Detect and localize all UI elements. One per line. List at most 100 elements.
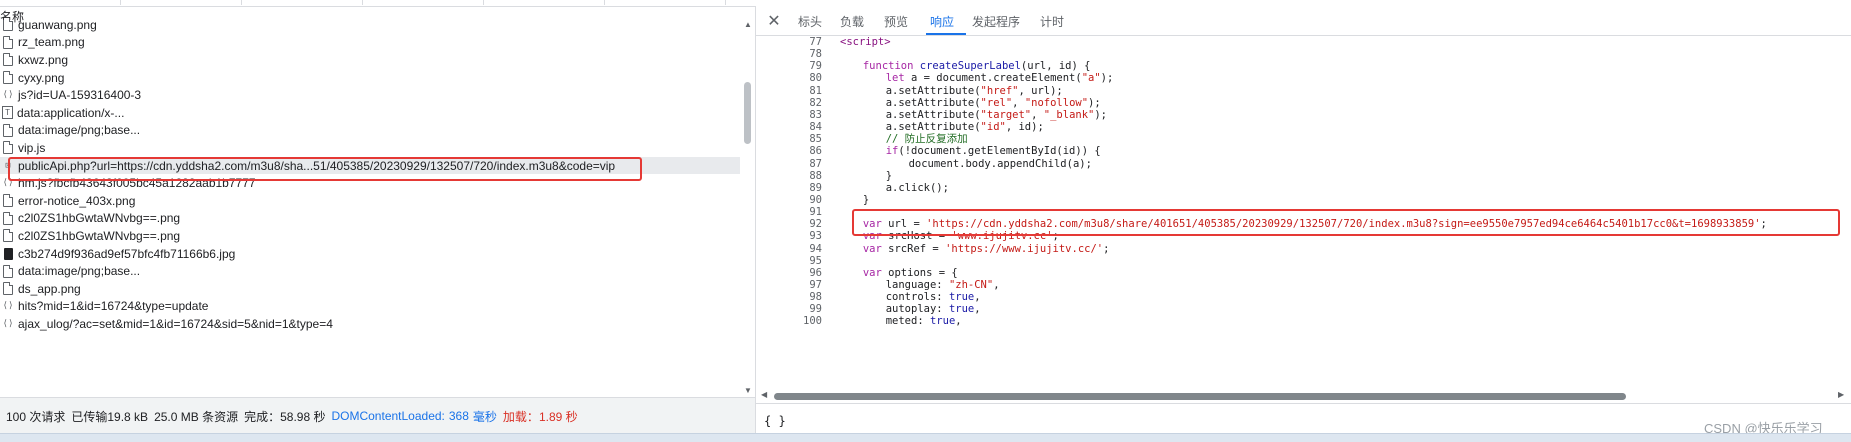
tab-response[interactable]: 响应 — [930, 13, 954, 30]
request-row[interactable]: Tdata:application/x-... — [0, 104, 740, 122]
tab-payload[interactable]: 负载 — [840, 13, 864, 30]
request-row[interactable]: vip.js — [0, 139, 740, 157]
code-token: ); — [1100, 72, 1114, 85]
code-token: true — [948, 303, 975, 316]
request-row[interactable]: guanwang.png — [0, 20, 740, 34]
line-number: 88 — [809, 169, 822, 182]
request-list-scrollbar[interactable]: ▲ ▼ — [741, 20, 754, 397]
tab-timing[interactable]: 计时 — [1040, 13, 1064, 30]
request-row[interactable]: kxwz.png — [0, 51, 740, 69]
line-number: 81 — [809, 84, 822, 97]
request-row[interactable]: cyxy.png — [0, 69, 740, 87]
request-name: ds_app.png — [18, 281, 81, 296]
close-icon[interactable]: ✕ — [766, 11, 782, 31]
request-row[interactable]: data:image/png;base... — [0, 262, 740, 280]
request-row[interactable]: ⟨⟩ js?id=UA-159316400-3 — [0, 86, 740, 104]
code-token: "href" — [980, 84, 1019, 97]
line-number: 78 — [809, 48, 822, 61]
code-token: // 防止反复添加 — [885, 133, 968, 146]
request-count: 100 次请求 — [6, 409, 66, 424]
code-text: } — [886, 170, 892, 182]
line-number: 83 — [809, 108, 822, 121]
code-text: var options = { — [863, 267, 958, 279]
code-line: 80 let a = document.createElement("a"); — [756, 72, 1851, 84]
request-row[interactable]: ds_app.png — [0, 280, 740, 298]
request-row[interactable]: c2l0ZS1hbGwtaWNvbg==.png — [0, 210, 740, 228]
code-line: 96 var options = { — [756, 267, 1851, 279]
code-line: 88} — [756, 170, 1851, 182]
doc-icon — [2, 71, 14, 85]
code-token: ); — [1094, 108, 1108, 121]
dom-content-loaded-unit: 毫秒 — [472, 409, 497, 424]
scroll-left-icon[interactable]: ◀ — [761, 390, 767, 399]
code-text: a.setAttribute("target", "_blank"); — [886, 109, 1107, 121]
tab-strip-segment — [605, 0, 726, 5]
scroll-up-icon[interactable]: ▲ — [744, 20, 752, 29]
code-token: ); — [1088, 96, 1101, 109]
url-line-highlight-box — [852, 209, 1840, 236]
doc-icon — [2, 123, 14, 137]
active-tab-indicator — [926, 33, 966, 35]
line-number: 79 — [809, 60, 822, 73]
code-line: 100 meted: true, — [756, 315, 1851, 327]
code-token: options = { — [888, 266, 958, 279]
request-row[interactable]: c3b274d9f936ad9ef57bfc4fb71166b6.jpg — [0, 245, 740, 263]
line-number: 97 — [809, 279, 822, 291]
scroll-right-icon[interactable]: ▶ — [1838, 390, 1844, 399]
request-list: guanwang.png rz_team.png kxwz.png cyxy.png ⟨… — [0, 20, 740, 397]
doc-icon — [2, 53, 14, 67]
line-number: 87 — [809, 157, 822, 170]
line-number: 100 — [803, 315, 822, 328]
request-name: rz_team.png — [18, 35, 85, 50]
request-row[interactable]: c2l0ZS1hbGwtaWNvbg==.png — [0, 227, 740, 245]
line-number: 95 — [809, 254, 822, 267]
code-token: (url, id) { — [1020, 60, 1091, 73]
load-label: 加载： — [502, 409, 539, 424]
request-row[interactable]: ⟨⟩ hits?mid=1&id=16724&type=update — [0, 298, 740, 316]
tab-initiator[interactable]: 发起程序 — [972, 13, 1020, 30]
code-token: , url); — [1018, 84, 1063, 97]
tab-headers[interactable]: 标头 — [798, 13, 822, 30]
code-text: document.body.appendChild(a); — [909, 158, 1092, 170]
request-name: data:image/png;base... — [18, 264, 141, 279]
load-value: 1.89 秒 — [538, 409, 578, 424]
code-text: var srcRef = 'https://www.ijujitv.cc/'; — [863, 243, 1110, 255]
request-name: kxwz.png — [18, 52, 69, 67]
code-line: 86 if(!document.getElementById(id)) { — [756, 145, 1851, 157]
code-text: meted: true, — [886, 315, 962, 327]
line-number: 80 — [809, 72, 822, 85]
request-row[interactable]: data:image/png;base... — [0, 122, 740, 140]
tab-strip-segment — [0, 0, 121, 5]
code-text: } — [863, 194, 869, 206]
code-text: a.click(); — [886, 182, 949, 194]
tab-preview[interactable]: 预览 — [884, 13, 908, 30]
line-number: 96 — [809, 266, 822, 279]
tab-strip-segment — [121, 0, 242, 5]
tab-strip-segment — [363, 0, 484, 5]
code-line: 94 var srcRef = 'https://www.ijujitv.cc/'… — [756, 243, 1851, 255]
request-row[interactable]: rz_team.png — [0, 34, 740, 52]
code-token: a = document.createElement( — [911, 72, 1082, 85]
code-line: 89 a.click(); — [756, 182, 1851, 194]
scrollbar-thumb[interactable] — [744, 82, 751, 144]
image-icon — [2, 247, 14, 261]
doc-icon — [2, 35, 14, 49]
script-icon: ⟨⟩ — [2, 301, 14, 312]
request-row[interactable]: ⟨⟩ ajax_ulog/?ac=set&mid=1&id=16724&sid=5… — [0, 315, 740, 333]
scroll-down-icon[interactable]: ▼ — [744, 386, 752, 395]
code-text: if(!document.getElementById(id)) { — [886, 145, 1101, 157]
request-row[interactable]: error-notice_403x.png — [0, 192, 740, 210]
code-text: <script> — [840, 36, 891, 48]
code-line: 77 <script> — [756, 36, 1851, 48]
code-token: "target" — [980, 108, 1032, 121]
code-horizontal-scrollbar[interactable]: ◀ ▶ — [756, 390, 1851, 402]
code-text: a.setAttribute("id", id); — [886, 121, 1044, 133]
code-token: a.setAttribute( — [885, 84, 981, 97]
scrollbar-thumb[interactable] — [774, 393, 1626, 400]
code-line: 90} — [756, 194, 1851, 206]
code-token: (!document.getElementById(id)) { — [898, 145, 1101, 158]
code-line: 85 // 防止反复添加 — [756, 133, 1851, 145]
detail-tab-bar: ✕ 标头 负载 预览 响应 发起程序 计时 — [756, 6, 1851, 36]
pretty-print-button[interactable]: { } — [764, 414, 786, 428]
line-number: 77 — [809, 36, 822, 48]
